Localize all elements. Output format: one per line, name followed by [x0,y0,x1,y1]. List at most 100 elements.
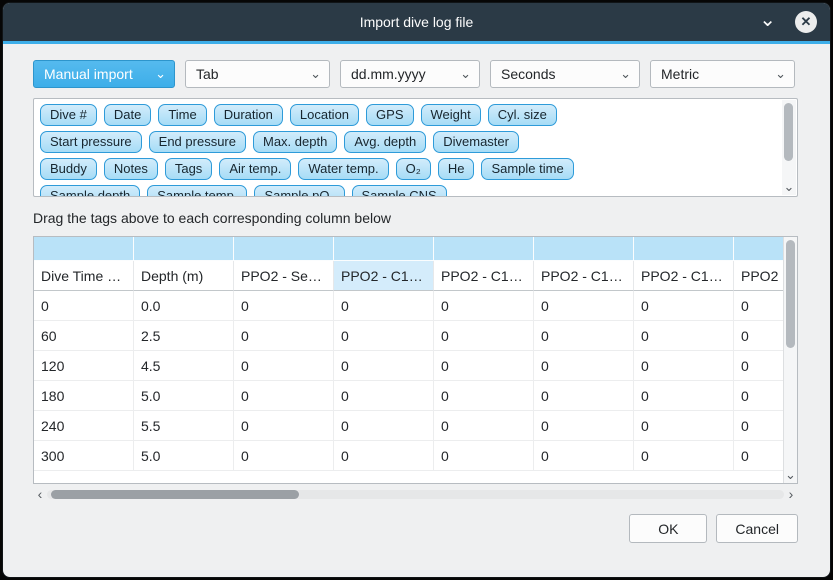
tag-date[interactable]: Date [104,104,151,126]
tag-start-pressure[interactable]: Start pressure [40,131,142,153]
drop-target-cell[interactable] [34,237,134,261]
table-cell: 0 [334,381,434,411]
preview-table-wrap: Dive Time …Depth (m)PPO2 - Se…PPO2 - C1…… [33,236,798,484]
table-scroll-down-icon[interactable]: ⌄ [784,468,797,482]
drop-target-cell[interactable] [534,237,634,261]
tag-duration[interactable]: Duration [214,104,283,126]
table-hscrollbar[interactable]: ‹ › [33,487,798,501]
tag-sample-po[interactable]: Sample pO₂ [254,185,344,197]
table-cell: 0 [334,411,434,441]
tag-sample-temp[interactable]: Sample temp. [147,185,247,197]
titlebar[interactable]: Import dive log file ⌄ ✕ [3,3,830,41]
tag-avg-depth[interactable]: Avg. depth [344,131,426,153]
table-cell: 0 [234,291,334,321]
column-header[interactable]: PPO2 - Se… [234,261,334,291]
tag-divemaster[interactable]: Divemaster [433,131,519,153]
column-header[interactable]: Dive Time … [34,261,134,291]
drop-target-cell[interactable] [634,237,734,261]
chevron-down-icon: ⌄ [775,69,786,79]
table-cell: 0 [634,441,734,471]
tag-o[interactable]: O₂ [396,158,431,180]
column-header[interactable]: PPO2 - C1… [334,261,434,291]
chevron-down-icon: ⌄ [155,69,166,79]
hscrollbar-track[interactable] [47,490,784,499]
table-cell: 0 [734,321,786,351]
combo-tab[interactable]: Tab⌄ [185,60,330,88]
table-cell: 0 [534,291,634,321]
tag-air-temp[interactable]: Air temp. [219,158,291,180]
drop-target-cell[interactable] [134,237,234,261]
table-cell: 0 [734,411,786,441]
tag-weight[interactable]: Weight [421,104,481,126]
table-cell: 0 [734,291,786,321]
tag-scroll-down-icon[interactable]: ⌄ [782,180,796,194]
table-cell: 0 [734,441,786,471]
tag-time[interactable]: Time [158,104,206,126]
drop-target-cell[interactable] [234,237,334,261]
tag-scrollbar-thumb[interactable] [784,103,793,161]
drop-target-cell[interactable] [334,237,434,261]
table-vscrollbar-thumb[interactable] [786,240,795,348]
tag-location[interactable]: Location [290,104,359,126]
table-cell: 0 [634,321,734,351]
preview-table: Dive Time …Depth (m)PPO2 - Se…PPO2 - C1…… [34,237,786,471]
tag-cyl-size[interactable]: Cyl. size [488,104,557,126]
combo-label: Seconds [501,66,555,82]
cancel-button[interactable]: Cancel [716,514,798,543]
combo-dd-mm-yyyy[interactable]: dd.mm.yyyy ⌄ [340,60,480,88]
column-header[interactable]: Depth (m) [134,261,234,291]
column-header[interactable]: PPO2 [734,261,786,291]
close-icon: ✕ [801,14,812,30]
table-vscrollbar[interactable]: ⌄ [783,237,797,483]
tag-sample-cns[interactable]: Sample CNS [352,185,447,197]
scroll-left-icon[interactable]: ‹ [33,488,47,500]
tag-tags[interactable]: Tags [165,158,212,180]
scroll-right-icon[interactable]: › [784,488,798,500]
ok-button[interactable]: OK [629,514,707,543]
table-cell: 0 [534,441,634,471]
table-cell: 240 [34,411,134,441]
table-cell: 180 [34,381,134,411]
shade-chevron-icon[interactable]: ⌄ [759,7,776,33]
tag-water-temp[interactable]: Water temp. [298,158,388,180]
tag-scrollbar[interactable]: ⌄ [782,100,796,195]
table-cell: 120 [34,351,134,381]
combo-metric[interactable]: Metric⌄ [650,60,795,88]
table-cell: 0 [434,351,534,381]
combo-seconds[interactable]: Seconds⌄ [490,60,640,88]
chevron-down-icon: ⌄ [460,69,471,79]
table-cell: 0 [334,441,434,471]
column-header[interactable]: PPO2 - C1… [634,261,734,291]
tag-end-pressure[interactable]: End pressure [149,131,246,153]
table-cell: 0 [734,351,786,381]
table-row: 2405.5000000 [34,411,786,441]
column-header[interactable]: PPO2 - C1… [434,261,534,291]
combo-label: dd.mm.yyyy [351,66,426,82]
tag-dive[interactable]: Dive # [40,104,97,126]
table-cell: 0 [234,441,334,471]
tag-list: Dive # Date Time Duration Location GPS Weight C… [34,99,797,197]
tag-row: Buddy Notes Tags Air temp. Water temp. O₂ He Sa… [40,158,773,180]
tag-max-depth[interactable]: Max. depth [253,131,337,153]
tag-sample-time[interactable]: Sample time [481,158,573,180]
tag-gps[interactable]: GPS [366,104,413,126]
tag-notes[interactable]: Notes [104,158,158,180]
drop-target-cell[interactable] [434,237,534,261]
column-header-row: Dive Time …Depth (m)PPO2 - Se…PPO2 - C1…… [34,261,786,291]
table-cell: 0 [434,441,534,471]
table-cell: 2.5 [134,321,234,351]
table-cell: 4.5 [134,351,234,381]
close-button[interactable]: ✕ [795,11,817,33]
table-cell: 0 [534,381,634,411]
tag-sample-depth[interactable]: Sample depth [40,185,140,197]
table-row: 1204.5000000 [34,351,786,381]
column-header[interactable]: PPO2 - C1… [534,261,634,291]
table-cell: 0 [434,321,534,351]
combo-manual-import[interactable]: Manual import⌄ [33,60,175,88]
hscrollbar-thumb[interactable] [51,490,299,499]
drop-target-cell[interactable] [734,237,786,261]
table-cell: 0 [634,291,734,321]
tag-he[interactable]: He [438,158,475,180]
tag-buddy[interactable]: Buddy [40,158,97,180]
table-cell: 0 [534,321,634,351]
